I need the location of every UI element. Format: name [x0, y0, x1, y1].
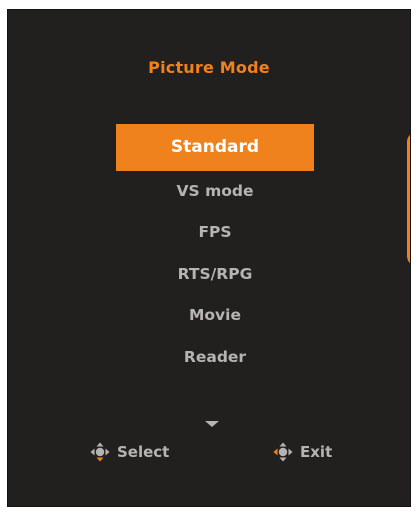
- select-hint: Select: [89, 441, 169, 463]
- mode-item-vs-mode[interactable]: VS mode: [116, 170, 314, 213]
- select-hint-label: Select: [117, 443, 170, 461]
- osd-menu-panel: Picture Mode Standard VS mode FPS RTS/RP…: [7, 9, 411, 507]
- mode-item-reader[interactable]: Reader: [116, 336, 314, 379]
- mode-item-standard[interactable]: Standard: [116, 124, 314, 171]
- menu-title: Picture Mode: [148, 58, 270, 77]
- scroll-down-arrow-icon: [205, 421, 219, 427]
- scroll-indicator: [407, 132, 410, 266]
- exit-hint-label: Exit: [300, 443, 333, 461]
- mode-item-fps[interactable]: FPS: [116, 211, 314, 254]
- exit-hint: Exit: [272, 441, 332, 463]
- mode-item-rts-rpg[interactable]: RTS/RPG: [116, 253, 314, 296]
- picture-mode-list: Standard VS mode FPS RTS/RPG Movie Reade…: [116, 124, 314, 379]
- joystick-left-highlight-icon: [273, 442, 293, 462]
- joystick-down-highlight-icon: [90, 442, 110, 462]
- mode-item-movie[interactable]: Movie: [116, 294, 314, 337]
